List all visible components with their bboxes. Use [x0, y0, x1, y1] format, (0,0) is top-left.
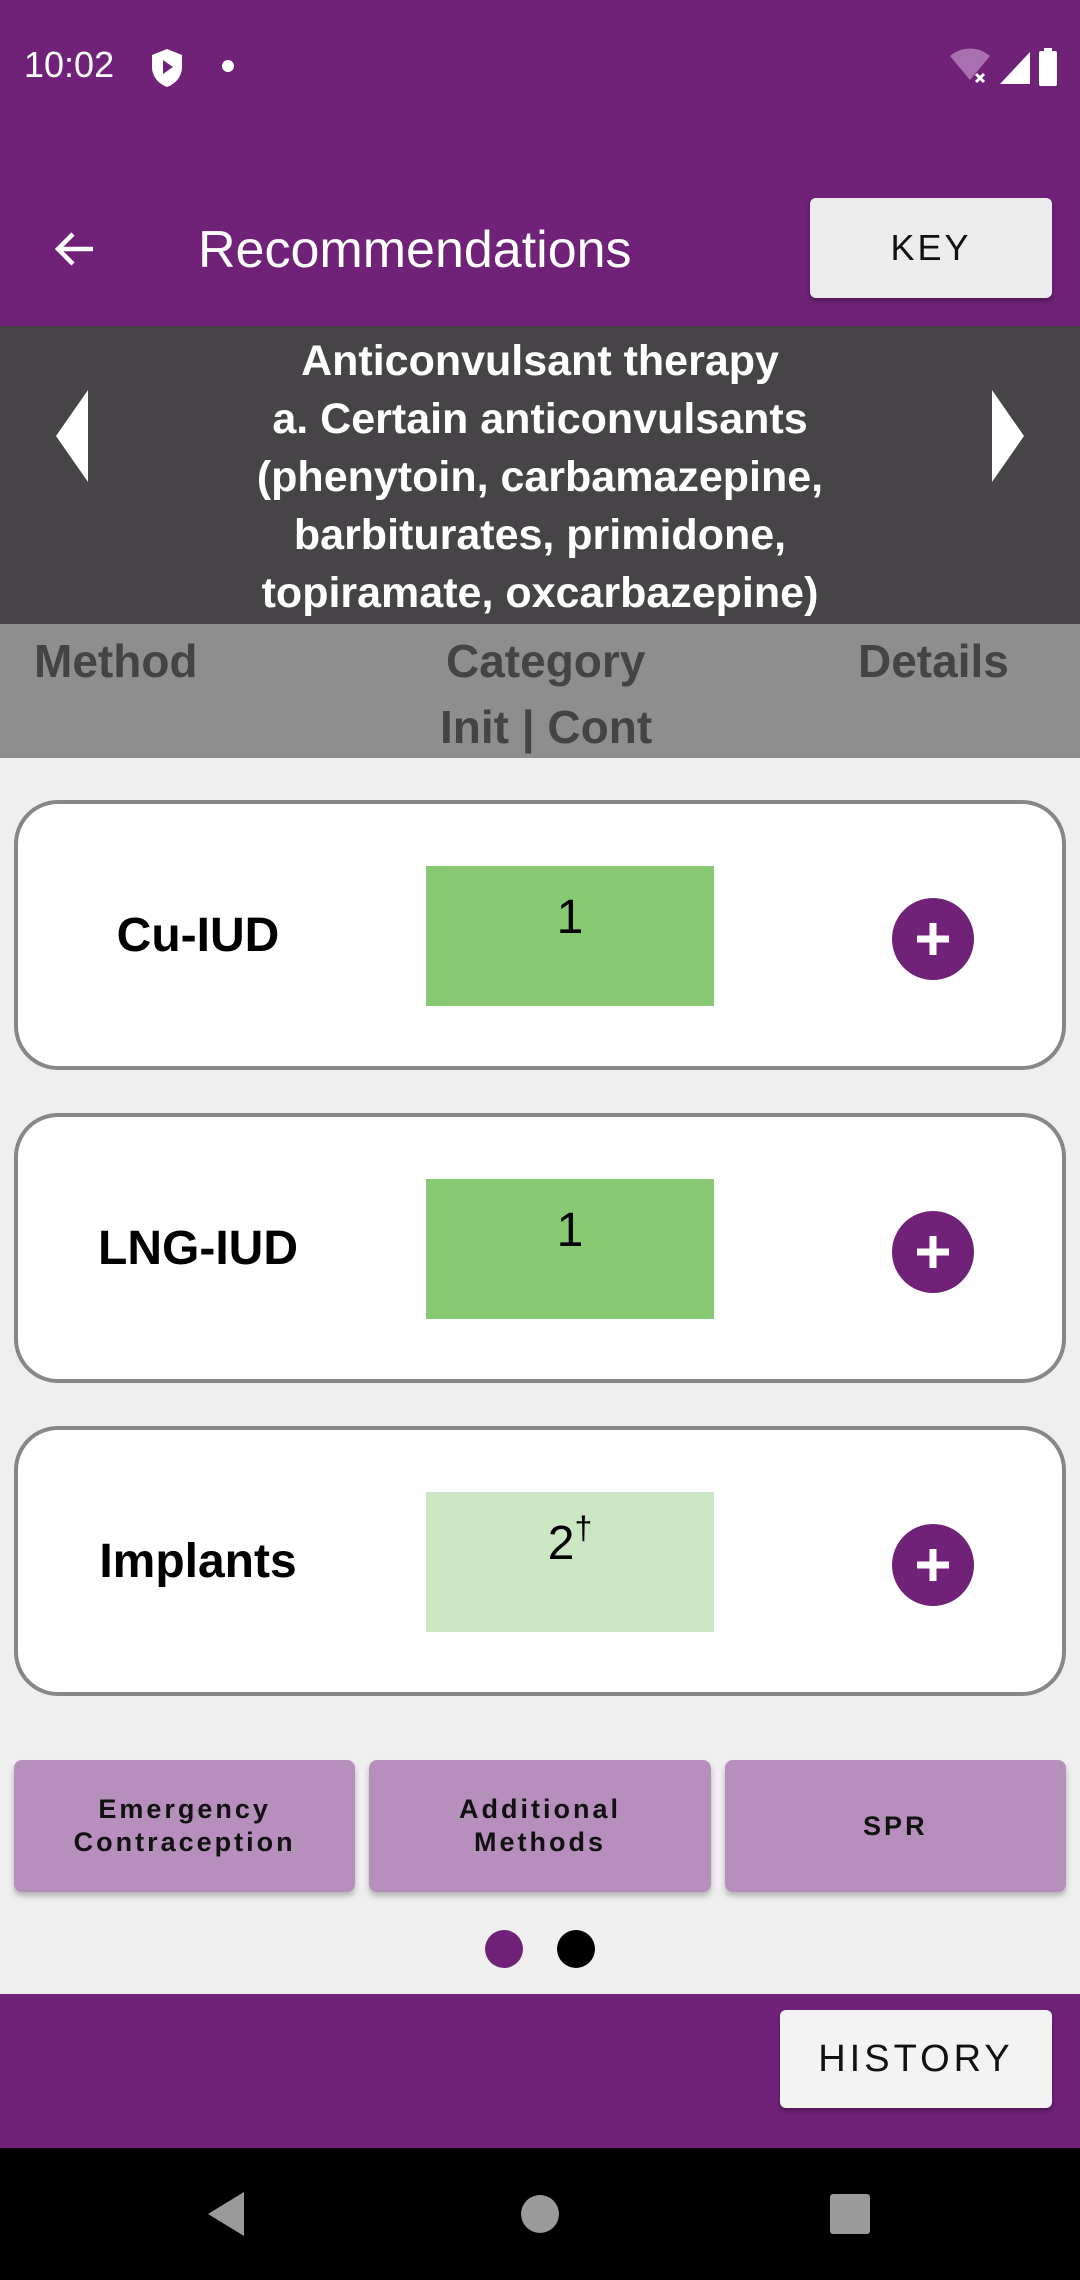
additional-methods-button[interactable]: Additional Methods [369, 1760, 711, 1892]
battery-icon [1038, 48, 1058, 91]
status-time: 10:02 [24, 44, 115, 85]
arrow-left-icon [54, 232, 93, 266]
next-condition-button[interactable] [992, 390, 1024, 487]
condition-title: Anticonvulsant therapy a. Certain antico… [256, 337, 824, 617]
bottom-bar: HISTORY [0, 1994, 1080, 2148]
method-name: Cu-IUD [116, 908, 280, 962]
category-value: 1 [556, 1204, 584, 1257]
method-card: Cu-IUD 1 [14, 800, 1066, 1070]
spr-button[interactable]: SPR [724, 1760, 1066, 1892]
method-name: LNG-IUD [98, 1221, 298, 1275]
page-dot-1[interactable] [485, 1930, 523, 1968]
nav-recents-button[interactable] [790, 2148, 910, 2280]
page-title: Recommendations [198, 221, 632, 279]
triangle-right-icon [992, 390, 1024, 482]
previous-condition-button[interactable] [56, 390, 88, 487]
details-button[interactable] [892, 1211, 974, 1293]
shield-play-icon [150, 48, 184, 93]
column-category: Category [446, 635, 646, 687]
method-card: Implants 2 † [14, 1426, 1066, 1696]
category-value: 2 [547, 1517, 575, 1570]
category-badge: 1 [426, 866, 714, 1006]
nav-home-icon [521, 2195, 559, 2233]
triangle-left-icon [56, 390, 88, 482]
condition-banner: Anticonvulsant therapy a. Certain antico… [0, 326, 1080, 624]
column-header: Method Category Details Init | Cont [0, 624, 1080, 758]
app-bar: Recommendations KEY [0, 130, 1080, 326]
nav-back-button[interactable] [166, 2148, 286, 2280]
plus-icon [917, 1236, 949, 1268]
plus-icon [917, 1549, 949, 1581]
tool-buttons: Emergency Contraception Additional Metho… [14, 1760, 1066, 1892]
notification-dot-icon [222, 60, 234, 72]
column-method: Method [34, 635, 198, 687]
key-button[interactable]: KEY [810, 198, 1052, 298]
details-button[interactable] [892, 1524, 974, 1606]
category-badge: 2 † [426, 1492, 714, 1632]
details-button[interactable] [892, 898, 974, 980]
plus-icon [917, 923, 949, 955]
column-details: Details [858, 635, 1009, 687]
nav-back-icon [208, 2192, 244, 2236]
history-button[interactable]: HISTORY [780, 2010, 1052, 2108]
back-button[interactable] [40, 214, 110, 284]
category-value: 1 [556, 891, 584, 944]
category-badge: 1 [426, 1179, 714, 1319]
cellular-signal-icon [998, 50, 1032, 91]
wifi-off-icon [948, 46, 992, 91]
page-indicator [0, 1930, 1080, 1968]
category-marker: † [574, 1510, 593, 1546]
column-category-sub: Init | Cont [440, 701, 653, 753]
nav-home-button[interactable] [480, 2148, 600, 2280]
method-name: Implants [99, 1534, 297, 1588]
method-card: LNG-IUD 1 [14, 1113, 1066, 1383]
status-bar: 10:02 [0, 0, 1080, 130]
page-dot-2[interactable] [557, 1930, 595, 1968]
system-nav-bar [0, 2148, 1080, 2280]
emergency-contraception-button[interactable]: Emergency Contraception [14, 1760, 356, 1892]
nav-recents-icon [830, 2194, 870, 2234]
